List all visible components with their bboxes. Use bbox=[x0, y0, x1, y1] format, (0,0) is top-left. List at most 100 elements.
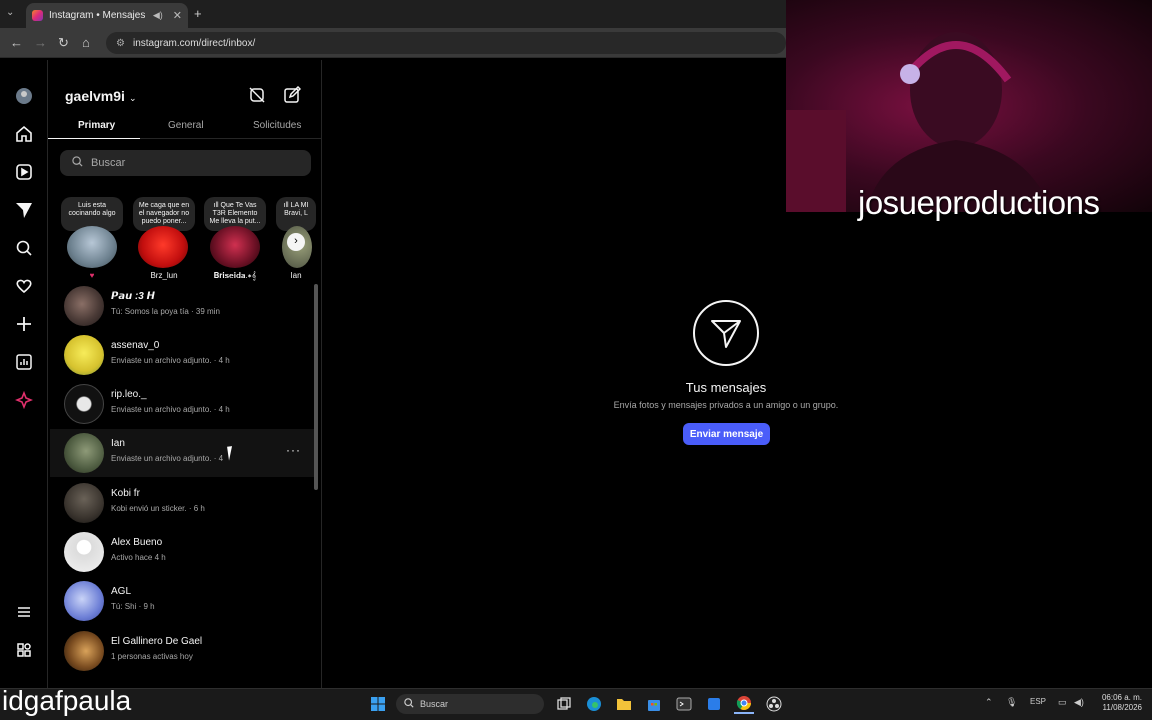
story-avatar[interactable] bbox=[67, 226, 117, 268]
tab-title: Instagram • Mensajes bbox=[49, 10, 146, 21]
chrome-icon[interactable] bbox=[734, 694, 754, 714]
avatar bbox=[64, 335, 104, 375]
conversation-preview: Enviaste un archivo adjunto. · 4 h bbox=[111, 405, 230, 414]
chevron-down-icon: ⌄ bbox=[128, 93, 137, 103]
conversation-preview: 1 personas activas hoy bbox=[111, 652, 193, 661]
system-clock[interactable]: 06:06 a. m. 11/08/2026 bbox=[1092, 693, 1142, 713]
conversation-preview: Tú: Shi · 9 h bbox=[111, 602, 155, 611]
start-windows-icon[interactable] bbox=[368, 694, 388, 714]
avatar bbox=[64, 532, 104, 572]
webcam-overlay bbox=[786, 0, 1152, 212]
new-tab-button[interactable]: + bbox=[194, 6, 202, 21]
store-icon[interactable] bbox=[644, 694, 664, 714]
taskbar bbox=[0, 688, 1152, 720]
obs-icon[interactable] bbox=[764, 694, 784, 714]
notifications-heart-icon[interactable] bbox=[14, 276, 34, 296]
username-label: gaelvm9i bbox=[65, 88, 125, 104]
app-icon[interactable] bbox=[704, 694, 724, 714]
terminal-icon[interactable] bbox=[674, 694, 694, 714]
note-author: 𝐁𝐫𝐢𝐬𝐞𝐢𝐝𝐚.∗𝄞 bbox=[213, 271, 257, 280]
clock-date: 11/08/2026 bbox=[1102, 703, 1142, 712]
back-button[interactable]: ← bbox=[10, 35, 23, 50]
conversation-name: 𝙋𝙖𝙪 :3 𝙃 bbox=[111, 291, 156, 302]
notes-next-arrow-icon[interactable]: › bbox=[287, 233, 305, 251]
empty-state-subtitle: Envía fotos y mensajes privados a un ami… bbox=[613, 400, 839, 410]
send-message-button[interactable]: Enviar mensaje bbox=[683, 423, 770, 445]
story-avatar[interactable] bbox=[138, 226, 188, 268]
avatar bbox=[64, 384, 104, 424]
clock-time: 06:06 a. m. bbox=[1101, 693, 1142, 702]
instagram-favicon-icon bbox=[32, 10, 43, 21]
avatar bbox=[64, 286, 104, 326]
note-author: Ian bbox=[290, 271, 302, 280]
avatar bbox=[64, 483, 104, 523]
reload-button[interactable]: ↻ bbox=[58, 35, 69, 51]
conversation-row[interactable]: 𝙋𝙖𝙪 :3 𝙃 Tú: Somos la poya tía · 39 min bbox=[50, 282, 318, 330]
avatar bbox=[64, 631, 104, 671]
search-icon bbox=[72, 156, 83, 170]
conversation-name: AGL bbox=[111, 586, 132, 597]
search-input[interactable]: Buscar bbox=[60, 150, 311, 176]
streamer-silhouette-icon bbox=[786, 32, 1051, 212]
search-icon[interactable] bbox=[14, 238, 34, 258]
browser-tab[interactable]: Instagram • Mensajes ◀) ✕ bbox=[26, 3, 188, 28]
conversation-preview: Activo hace 4 h bbox=[111, 553, 166, 562]
new-message-icon[interactable] bbox=[283, 85, 302, 104]
edge-icon[interactable] bbox=[584, 694, 604, 714]
mouse-cursor-icon bbox=[227, 445, 239, 461]
taskbar-search-placeholder: Buscar bbox=[420, 699, 449, 709]
conversation-name: assenav_0 bbox=[111, 340, 160, 351]
notes-off-icon[interactable] bbox=[248, 86, 266, 104]
tab-primary[interactable]: Primary bbox=[78, 120, 115, 131]
dashboard-icon[interactable] bbox=[14, 352, 34, 372]
network-icon[interactable]: ▭ bbox=[1058, 697, 1067, 708]
volume-icon[interactable]: ◀) bbox=[1074, 697, 1084, 708]
more-menu-icon[interactable] bbox=[14, 602, 34, 622]
more-options-icon[interactable]: ··· bbox=[286, 443, 301, 457]
note-author-you-icon: ♥ bbox=[89, 271, 95, 280]
home-button[interactable]: ⌂ bbox=[82, 35, 90, 50]
conversation-row[interactable]: Alex Bueno Activo hace 4 h bbox=[50, 528, 318, 576]
meta-ai-icon[interactable] bbox=[14, 390, 34, 410]
nav-rail bbox=[0, 60, 48, 688]
story-avatar[interactable] bbox=[210, 226, 260, 268]
streamer-name: josueproductions bbox=[858, 184, 1100, 221]
create-plus-icon[interactable] bbox=[14, 314, 34, 334]
site-info-icon[interactable]: ⚙ bbox=[116, 38, 125, 49]
tab-search-chevron-icon[interactable]: ⌄ bbox=[6, 7, 14, 18]
microphone-icon[interactable]: 🎙 bbox=[1006, 697, 1017, 708]
tab-requests[interactable]: Solicitudes bbox=[253, 120, 301, 131]
conversation-list-scrollbar[interactable] bbox=[314, 284, 318, 490]
file-explorer-icon[interactable] bbox=[614, 694, 634, 714]
conversation-row[interactable]: Kobi fr Kobi envió un sticker. · 6 h bbox=[50, 479, 318, 527]
avatar bbox=[64, 433, 104, 473]
conversation-name: Ian bbox=[111, 438, 125, 449]
language-indicator[interactable]: ESP bbox=[1030, 697, 1046, 706]
conversation-preview: Enviaste un archivo adjunto. · 4 h bbox=[111, 356, 230, 365]
profile-avatar-icon[interactable] bbox=[14, 86, 34, 106]
conversation-preview: Tú: Somos la poya tía · 39 min bbox=[111, 307, 220, 316]
account-switcher[interactable]: gaelvm9i ⌄ bbox=[65, 88, 136, 104]
conversation-row[interactable]: AGL Tú: Shi · 9 h bbox=[50, 577, 318, 625]
search-icon bbox=[404, 698, 414, 710]
task-view-icon[interactable] bbox=[554, 694, 574, 714]
close-tab-icon[interactable]: ✕ bbox=[173, 9, 182, 22]
active-tab-indicator bbox=[48, 138, 140, 139]
url-text: instagram.com/direct/inbox/ bbox=[132, 37, 256, 49]
taskbar-search[interactable]: Buscar bbox=[396, 694, 544, 714]
conversation-row[interactable]: Ian Enviaste un archivo adjunto. · 4 ··· bbox=[50, 429, 318, 477]
conversation-name: rip.leo._ bbox=[111, 389, 147, 400]
conversation-row[interactable]: rip.leo._ Enviaste un archivo adjunto. ·… bbox=[50, 380, 318, 428]
conversation-row[interactable]: assenav_0 Enviaste un archivo adjunto. ·… bbox=[50, 331, 318, 379]
speaker-icon[interactable]: ◀) bbox=[153, 10, 163, 21]
url-field[interactable]: ⚙ instagram.com/direct/inbox/ bbox=[106, 32, 786, 54]
also-from-meta-icon[interactable] bbox=[14, 640, 34, 660]
tray-overflow-icon[interactable]: ⌃ bbox=[985, 697, 993, 708]
forward-button[interactable]: → bbox=[34, 35, 47, 50]
messages-icon[interactable] bbox=[14, 200, 34, 220]
tab-general[interactable]: General bbox=[168, 120, 204, 131]
home-icon[interactable] bbox=[14, 124, 34, 144]
conversation-row[interactable]: El Gallinero De Gael 1 personas activas … bbox=[50, 627, 318, 675]
reels-icon[interactable] bbox=[14, 162, 34, 182]
avatar bbox=[64, 581, 104, 621]
